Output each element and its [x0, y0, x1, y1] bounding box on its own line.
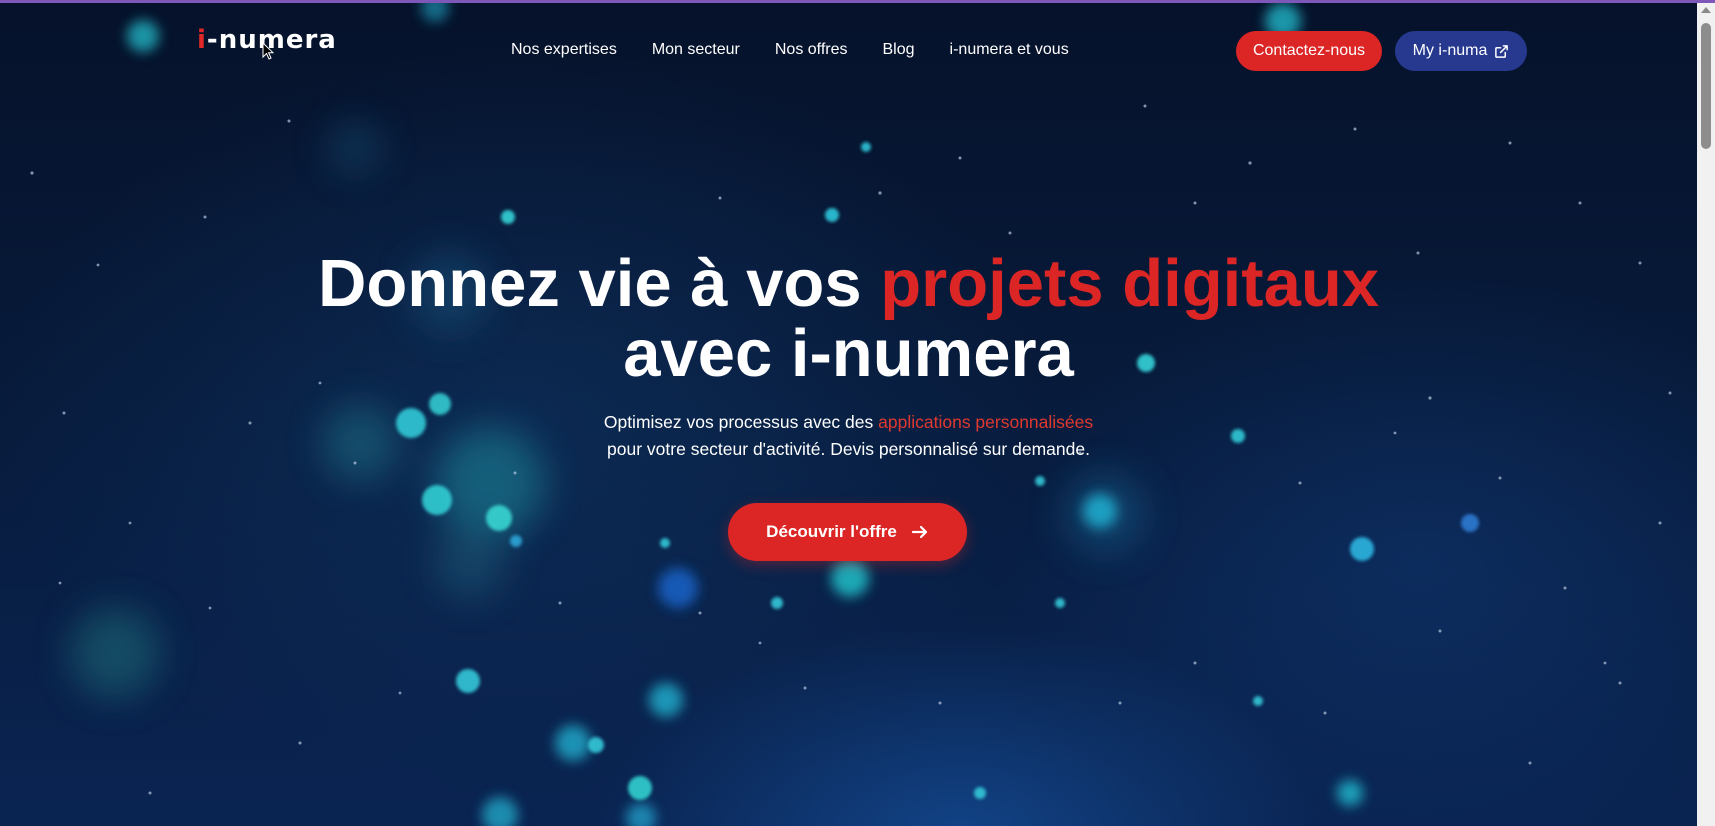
discover-offer-button[interactable]: Découvrir l'offre	[728, 503, 967, 561]
top-accent-line	[0, 0, 1715, 3]
nav-item-offres[interactable]: Nos offres	[775, 41, 848, 59]
headline-start: Donnez vie à vos	[317, 246, 862, 321]
contact-button[interactable]: Contactez-nous	[1236, 31, 1382, 71]
scroll-up-arrow-icon[interactable]	[1701, 7, 1711, 13]
hero-headline: Donnez vie à vos projets digitaux avec i…	[0, 249, 1697, 389]
logo-letter-i: i	[197, 25, 207, 55]
external-link-icon	[1495, 44, 1509, 58]
scrollbar-thumb[interactable]	[1701, 23, 1711, 149]
vertical-scrollbar[interactable]	[1697, 3, 1715, 826]
nav-item-i-numera-et-vous[interactable]: i-numera et vous	[950, 41, 1069, 59]
headline-end: avec i-numera	[623, 316, 1074, 391]
nav-item-blog[interactable]: Blog	[883, 41, 915, 59]
subtitle-start: Optimisez vos processus avec des	[603, 412, 874, 432]
nav-item-expertises[interactable]: Nos expertises	[511, 41, 617, 59]
hero-subtitle: Optimisez vos processus avec des applica…	[0, 409, 1697, 463]
headline-accent: projets digitaux	[880, 246, 1380, 321]
contact-button-label: Contactez-nous	[1252, 42, 1366, 59]
my-inuma-button[interactable]: My i-numa	[1395, 31, 1527, 71]
subtitle-accent: applications personnalisées	[878, 412, 1094, 432]
discover-offer-label: Découvrir l'offre	[766, 522, 897, 541]
arrow-right-icon	[911, 525, 927, 539]
hero-section: i-numera Nos expertises Mon secteur Nos …	[0, 3, 1697, 826]
main-nav: Nos expertises Mon secteur Nos offres Bl…	[511, 41, 1069, 59]
subtitle-end: pour votre secteur d'activité. Devis per…	[607, 439, 1090, 459]
nav-item-secteur[interactable]: Mon secteur	[652, 41, 740, 59]
mouse-cursor-icon	[262, 42, 274, 60]
my-inuma-button-label: My i-numa	[1412, 42, 1488, 59]
